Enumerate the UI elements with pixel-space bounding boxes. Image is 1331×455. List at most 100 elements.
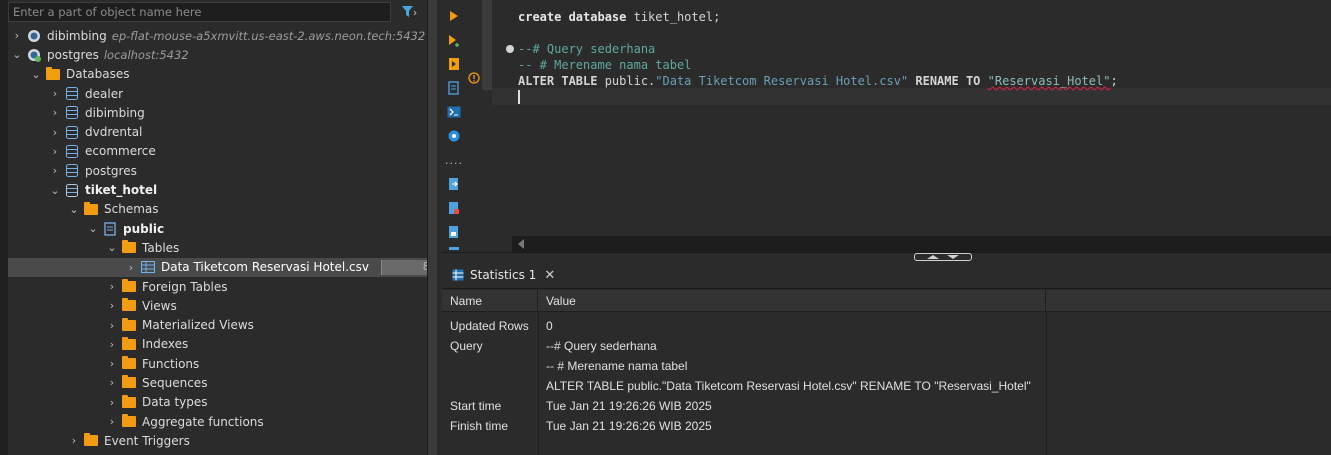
- tree-item-databases[interactable]: ⌄ Databases: [8, 65, 428, 84]
- editor-results-splitter[interactable]: [442, 252, 1331, 262]
- chevron-right-icon[interactable]: ›: [48, 87, 62, 100]
- open-terminal-button[interactable]: [444, 102, 464, 122]
- export-results-button[interactable]: [444, 174, 464, 194]
- sql-quoted-identifier-error: "Reservasi_Hotel": [987, 74, 1111, 88]
- filter-button[interactable]: [398, 2, 420, 22]
- tree-item-views[interactable]: › Views: [8, 296, 428, 315]
- database-icon: [64, 144, 80, 158]
- cell-value[interactable]: Tue Jan 21 19:26:26 WIB 2025: [538, 416, 712, 436]
- tree-item-indexes[interactable]: › Indexes: [8, 335, 428, 354]
- sql-editor[interactable]: create database tiket_hotel; --# Query s…: [492, 0, 1331, 258]
- tree-item-data-types[interactable]: › Data types: [8, 393, 428, 412]
- code-line-3: -- # Merename nama tabel: [518, 57, 691, 74]
- splitter-toggle-handle[interactable]: [914, 253, 972, 261]
- cell-name[interactable]: Query: [442, 336, 483, 356]
- sql-comment: -- # Merename nama tabel: [518, 58, 692, 72]
- tree-item-aggregate-functions[interactable]: › Aggregate functions: [8, 412, 428, 431]
- tables-folder-icon: [121, 240, 137, 255]
- column-header-value[interactable]: Value: [538, 290, 1046, 312]
- cell-name[interactable]: Start time: [442, 396, 501, 416]
- fold-marker-icon[interactable]: [506, 45, 514, 53]
- tree-item-db-dealer[interactable]: › dealer: [8, 84, 428, 103]
- dbeaver-window: › dibimbing ep-flat-mouse-a5xmvitt.us-ea…: [0, 0, 1331, 455]
- chevron-down-icon[interactable]: ⌄: [105, 241, 119, 254]
- tree-item-db-postgres[interactable]: › postgres: [8, 161, 428, 180]
- chevron-right-icon[interactable]: ›: [124, 261, 138, 274]
- execute-in-new-tab-button[interactable]: [444, 31, 464, 51]
- chevron-down-icon[interactable]: ⌄: [29, 68, 43, 81]
- chevron-right-icon[interactable]: ›: [48, 126, 62, 139]
- tree-item-label: Tables: [142, 240, 180, 255]
- scroll-left-icon[interactable]: [518, 239, 524, 249]
- chevron-right-icon[interactable]: ›: [105, 415, 119, 428]
- code-line-4: ALTER TABLE public."Data Tiketcom Reserv…: [518, 73, 1118, 90]
- tree-item-label: Indexes: [142, 337, 189, 352]
- chevron-down-icon[interactable]: ⌄: [48, 184, 62, 197]
- tree-item-db-dibimbing[interactable]: › dibimbing: [8, 103, 428, 122]
- play-new-tab-icon: [449, 35, 459, 47]
- tree-item-db-ecommerce[interactable]: › ecommerce: [8, 142, 428, 161]
- execute-script-new-tab-button[interactable]: [444, 78, 464, 98]
- chevron-down-icon[interactable]: ⌄: [67, 203, 81, 216]
- chevron-right-icon[interactable]: ›: [105, 396, 119, 409]
- tree-item-schemas[interactable]: ⌄ Schemas: [8, 200, 428, 219]
- schemas-folder-icon: [83, 201, 99, 216]
- cell-value[interactable]: 0: [538, 316, 553, 336]
- chevron-down-icon[interactable]: ⌄: [10, 48, 24, 61]
- cell-value[interactable]: --# Query sederhana: [538, 336, 657, 356]
- chevron-right-icon[interactable]: ›: [48, 145, 62, 158]
- filter-icon: [402, 6, 417, 17]
- tree-item-label: ecommerce: [85, 144, 156, 159]
- execute-script-button[interactable]: [444, 54, 464, 74]
- close-icon[interactable]: ✕: [544, 268, 555, 283]
- tree-item-connection-postgres[interactable]: ⌄ postgres localhost:5432: [8, 45, 428, 64]
- sql-keyword: create database: [518, 10, 627, 24]
- navigator-splitter[interactable]: [427, 0, 437, 455]
- chevron-right-icon[interactable]: ›: [105, 319, 119, 332]
- tree-item-tables[interactable]: ⌄ Tables: [8, 238, 428, 257]
- sql-identifier: tiket_hotel;: [626, 10, 721, 24]
- chevron-right-icon[interactable]: ›: [67, 434, 81, 447]
- tree-item-schema-public[interactable]: ⌄ public: [8, 219, 428, 238]
- tree-item-materialized-views[interactable]: › Materialized Views: [8, 315, 428, 334]
- tree-item-table-data-tiketcom[interactable]: › Data Tiketcom Reservasi Hotel.csv 8K: [8, 257, 437, 277]
- tree-item-label: dibimbing: [47, 28, 107, 43]
- chevron-right-icon[interactable]: ›: [48, 164, 62, 177]
- chevron-right-icon[interactable]: ›: [105, 280, 119, 293]
- database-icon: [64, 164, 80, 178]
- chevron-down-icon[interactable]: ⌄: [86, 222, 100, 235]
- cell-name[interactable]: Updated Rows: [442, 316, 529, 336]
- tree-item-db-dvdrental[interactable]: › dvdrental: [8, 122, 428, 141]
- tree-item-foreign-tables[interactable]: › Foreign Tables: [8, 277, 428, 296]
- chevron-right-icon[interactable]: ›: [105, 357, 119, 370]
- tree-item-sequences[interactable]: › Sequences: [8, 373, 428, 392]
- format-sql-button[interactable]: [444, 198, 464, 218]
- indexes-folder-icon: [121, 336, 137, 351]
- chevron-right-icon[interactable]: ›: [105, 299, 119, 312]
- load-script-button[interactable]: [444, 222, 464, 242]
- tree-item-functions[interactable]: › Functions: [8, 354, 428, 373]
- explain-plan-button[interactable]: [444, 126, 464, 146]
- chevron-right-icon[interactable]: ›: [105, 338, 119, 351]
- navigator-tree: › dibimbing ep-flat-mouse-a5xmvitt.us-ea…: [8, 26, 437, 451]
- cell-value[interactable]: ALTER TABLE public."Data Tiketcom Reserv…: [538, 376, 1031, 396]
- object-filter-input[interactable]: [9, 3, 390, 21]
- chevron-right-icon[interactable]: ›: [10, 29, 24, 42]
- cell-name[interactable]: Finish time: [442, 416, 508, 436]
- tree-item-db-tiket-hotel[interactable]: ⌄ tiket_hotel: [8, 180, 428, 199]
- cell-value[interactable]: -- # Merename nama tabel: [538, 356, 687, 376]
- chevron-right-icon[interactable]: ›: [105, 376, 119, 389]
- tree-item-label: dibimbing: [85, 105, 145, 120]
- cell-value[interactable]: Tue Jan 21 19:26:26 WIB 2025: [538, 396, 712, 416]
- tree-item-connection-dibimbing[interactable]: › dibimbing ep-flat-mouse-a5xmvitt.us-ea…: [8, 26, 428, 45]
- column-header-name[interactable]: Name: [442, 290, 538, 312]
- editor-horizontal-scrollbar[interactable]: [512, 236, 1331, 252]
- more-actions-button[interactable]: ....: [444, 150, 464, 170]
- tree-item-label: Databases: [66, 67, 130, 82]
- tree-item-event-triggers[interactable]: › Event Triggers: [8, 431, 428, 450]
- chevron-right-icon[interactable]: ›: [48, 106, 62, 119]
- tree-item-label: Data Tiketcom Reservasi Hotel.csv: [161, 260, 369, 275]
- tree-item-label: Schemas: [104, 202, 159, 217]
- execute-statement-button[interactable]: [444, 6, 464, 26]
- tab-statistics-1[interactable]: Statistics 1 ✕: [446, 264, 564, 288]
